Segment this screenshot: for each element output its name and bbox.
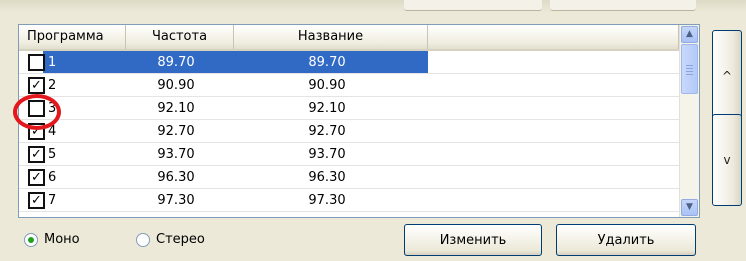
highlight-circle-annotation — [13, 94, 61, 130]
frequency-value: 90.90 — [157, 77, 195, 93]
station-name: 92.10 — [308, 100, 346, 116]
frequency-value: 96.30 — [157, 169, 195, 185]
radio-mono-label: Моно — [44, 232, 80, 247]
column-header-name[interactable]: Название — [234, 25, 428, 49]
station-name: 93.70 — [308, 146, 346, 162]
delete-button-label: Удалить — [597, 232, 655, 248]
table-row[interactable]: 1 89.70 89.70 — [19, 51, 679, 74]
radio-stereo[interactable]: Стерео — [136, 232, 205, 247]
list-rows: 1 89.70 89.70 ✓ 2 90.90 90.90 3 92.10 92… — [19, 51, 679, 212]
scroll-down-button[interactable]: ▼ — [681, 199, 698, 216]
column-header-frequency[interactable]: Частота — [126, 25, 234, 49]
program-number: 4 — [48, 123, 57, 139]
row-checkbox[interactable]: ✓ — [28, 168, 45, 186]
program-number: 1 — [48, 54, 57, 70]
thumb-grip-line — [686, 68, 693, 69]
program-list[interactable]: Программа Частота Название 1 89.70 89.70… — [18, 24, 700, 218]
row-checkbox[interactable]: ✓ — [28, 76, 45, 94]
frequency-value: 92.70 — [157, 123, 195, 139]
frequency-value: 97.30 — [157, 192, 195, 208]
list-vertical-scrollbar[interactable]: ▲ ▼ — [679, 25, 699, 217]
check-mark-icon: ✓ — [31, 146, 42, 162]
station-name: 96.30 — [308, 169, 346, 185]
frequency-value: 89.70 — [157, 54, 195, 70]
station-name: 90.90 — [308, 77, 346, 93]
top-edge-button-right — [550, 0, 696, 11]
frequency-value: 92.10 — [157, 100, 195, 116]
edit-button[interactable]: Изменить — [404, 224, 542, 256]
list-header: Программа Частота Название — [19, 25, 679, 51]
move-up-label: ^ — [721, 69, 733, 83]
move-up-button[interactable]: ^ — [712, 30, 742, 122]
triangle-up-icon: ▲ — [686, 29, 693, 39]
column-header-program[interactable]: Программа — [19, 25, 126, 49]
station-name: 97.30 — [308, 192, 346, 208]
scroll-thumb[interactable] — [681, 44, 698, 94]
move-down-label: v — [723, 153, 731, 167]
scroll-up-button[interactable]: ▲ — [681, 26, 698, 43]
program-number: 2 — [48, 77, 57, 93]
table-row[interactable]: ✓ 6 96.30 96.30 — [19, 166, 679, 189]
column-header-empty[interactable] — [428, 25, 679, 49]
row-checkbox[interactable]: ✓ — [28, 145, 45, 163]
radio-button-mono[interactable] — [24, 232, 38, 247]
top-edge-button-left — [404, 0, 542, 11]
move-down-button[interactable]: v — [712, 114, 742, 206]
radio-mono[interactable]: Моно — [24, 232, 80, 247]
check-mark-icon: ✓ — [31, 192, 42, 208]
thumb-grip-line — [686, 74, 693, 75]
thumb-grip-line — [686, 65, 693, 66]
table-row[interactable]: ✓ 5 93.70 93.70 — [19, 143, 679, 166]
program-number: 6 — [48, 169, 57, 185]
radio-button-stereo[interactable] — [136, 232, 150, 247]
table-row[interactable]: ✓ 4 92.70 92.70 — [19, 120, 679, 143]
row-checkbox[interactable] — [28, 53, 45, 71]
delete-button[interactable]: Удалить — [556, 224, 696, 256]
program-number: 5 — [48, 146, 57, 162]
table-row[interactable]: ✓ 7 97.30 97.30 — [19, 189, 679, 212]
station-name: 89.70 — [308, 54, 346, 70]
station-name: 92.70 — [308, 123, 346, 139]
row-checkbox[interactable]: ✓ — [28, 191, 45, 209]
table-row[interactable]: ✓ 2 90.90 90.90 — [19, 74, 679, 97]
check-mark-icon: ✓ — [31, 77, 42, 93]
radio-stereo-label: Стерео — [156, 232, 205, 247]
program-number: 7 — [48, 192, 57, 208]
triangle-down-icon: ▼ — [686, 202, 693, 212]
thumb-grip-line — [686, 71, 693, 72]
check-mark-icon: ✓ — [31, 169, 42, 185]
window-top-edge — [0, 0, 746, 12]
frequency-value: 93.70 — [157, 146, 195, 162]
edit-button-label: Изменить — [439, 232, 507, 248]
table-row[interactable]: 3 92.10 92.10 — [19, 97, 679, 120]
